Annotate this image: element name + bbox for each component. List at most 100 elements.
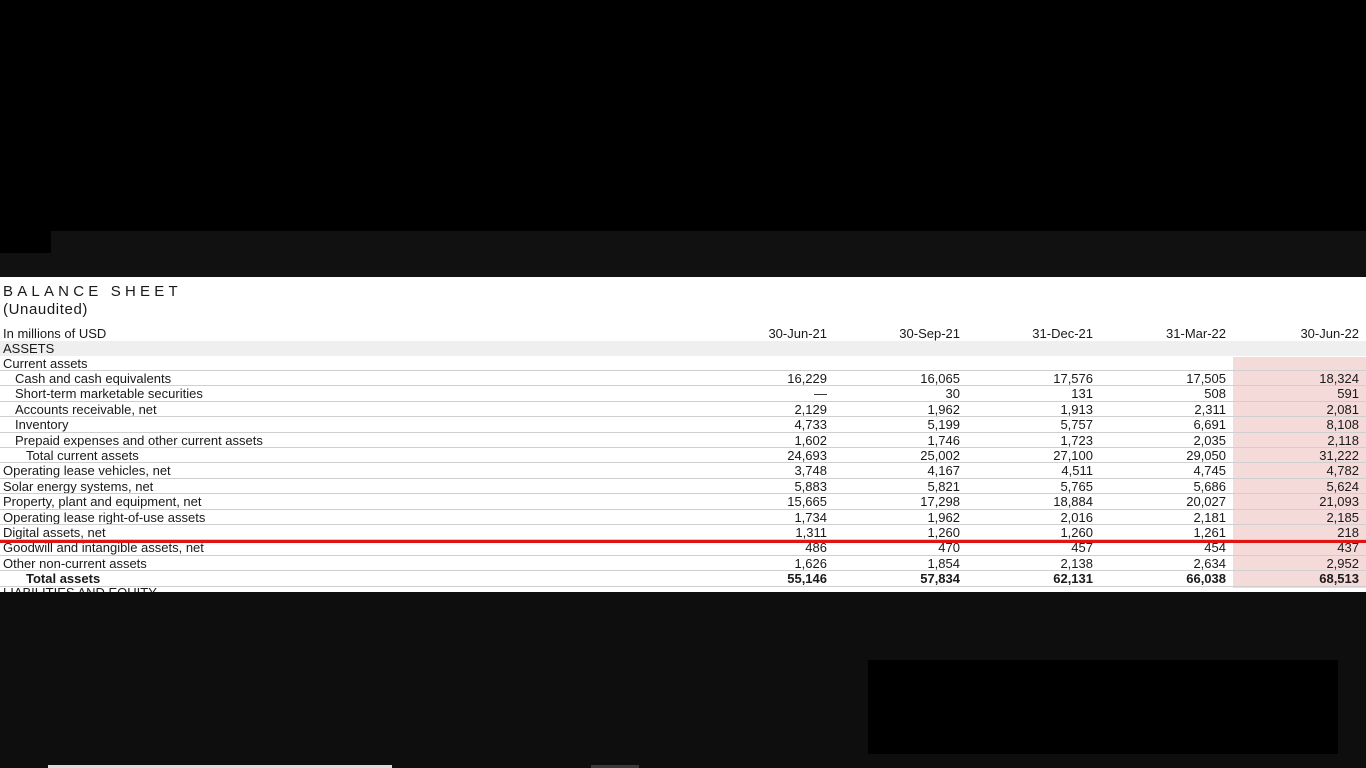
black-overlay-box <box>868 660 1338 754</box>
row-value: 6,691 <box>1193 417 1226 432</box>
row-value: 5,765 <box>1060 479 1093 494</box>
table-row: Other non-current assets 1,626 1,854 2,138 2… <box>0 556 1366 571</box>
row-value: 31,222 <box>1319 448 1359 463</box>
table-row: Cash and cash equivalents 16,229 16,065 17,… <box>0 371 1366 386</box>
row-value: 16,065 <box>920 371 960 386</box>
row-value: 57,834 <box>920 571 960 586</box>
column-header-5: 30-Jun-22 <box>1300 326 1359 341</box>
black-top-area <box>0 0 1366 231</box>
row-value: 5,883 <box>794 479 827 494</box>
row-value: 25,002 <box>920 448 960 463</box>
row-value: 30 <box>945 386 960 401</box>
row-value: 2,181 <box>1193 510 1226 525</box>
table-row: Operating lease right-of-use assets 1,734… <box>0 510 1366 525</box>
row-value: 17,505 <box>1186 371 1226 386</box>
column-header-1: 30-Jun-21 <box>768 326 827 341</box>
units-label: In millions of USD <box>3 326 107 341</box>
row-value: 5,757 <box>1060 417 1093 432</box>
row-value: 24,693 <box>787 448 827 463</box>
row-label: Other non-current assets <box>3 556 147 571</box>
row-value: — <box>814 386 827 401</box>
row-value: 20,027 <box>1186 494 1226 509</box>
row-value: 18,324 <box>1319 371 1359 386</box>
table-row: Total assets 55,146 57,834 62,131 66,038 68,5… <box>0 571 1366 586</box>
row-value: 27,100 <box>1053 448 1093 463</box>
row-value: 5,199 <box>927 417 960 432</box>
row-label: Accounts receivable, net <box>15 402 157 417</box>
column-header-4: 31-Mar-22 <box>1166 326 1226 341</box>
screen: BALANCE SHEET (Unaudited) In millions of… <box>0 0 1366 768</box>
row-value: 66,038 <box>1186 571 1226 586</box>
section-heading-assets: ASSETS <box>0 341 1366 356</box>
row-value: 4,733 <box>794 417 827 432</box>
row-value: 1,260 <box>1060 525 1093 540</box>
row-label: Total current assets <box>26 448 139 463</box>
row-value: 5,686 <box>1193 479 1226 494</box>
row-value: 68,513 <box>1319 571 1359 586</box>
row-value: 2,035 <box>1193 433 1226 448</box>
row-value: 21,093 <box>1319 494 1359 509</box>
row-value: 2,634 <box>1193 556 1226 571</box>
row-value: 3,748 <box>794 463 827 478</box>
row-value: 1,626 <box>794 556 827 571</box>
row-value: 1,854 <box>927 556 960 571</box>
row-value: 2,081 <box>1326 402 1359 417</box>
row-value: 4,167 <box>927 463 960 478</box>
row-value: 4,745 <box>1193 463 1226 478</box>
row-value: 2,952 <box>1326 556 1359 571</box>
section-label: ASSETS <box>3 341 55 356</box>
row-value: 17,298 <box>920 494 960 509</box>
table-row: Prepaid expenses and other current asset… <box>0 433 1366 448</box>
row-value: 2,016 <box>1060 510 1093 525</box>
row-value: 2,185 <box>1326 510 1359 525</box>
row-value: 8,108 <box>1326 417 1359 432</box>
row-label: Property, plant and equipment, net <box>3 494 202 509</box>
row-value: 1,261 <box>1193 525 1226 540</box>
document-title: BALANCE SHEET <box>3 283 182 300</box>
row-value: 1,602 <box>794 433 827 448</box>
row-value: 1,311 <box>795 525 827 540</box>
table-row: Property, plant and equipment, net 15,665… <box>0 494 1366 509</box>
row-value: 1,260 <box>927 525 960 540</box>
row-value: 1,913 <box>1060 402 1093 417</box>
row-value: 2,311 <box>1194 402 1226 417</box>
row-value: 5,821 <box>927 479 960 494</box>
row-value: 1,723 <box>1060 433 1093 448</box>
table-row: Inventory 4,733 5,199 5,757 6,691 8,108 <box>0 417 1366 432</box>
balance-sheet-document: BALANCE SHEET (Unaudited) In millions of… <box>0 277 1366 592</box>
row-value: 2,138 <box>1060 556 1093 571</box>
row-value: 17,576 <box>1053 371 1093 386</box>
row-value: 2,129 <box>794 402 827 417</box>
row-value: 15,665 <box>787 494 827 509</box>
row-label: Operating lease vehicles, net <box>3 463 171 478</box>
row-value: 508 <box>1204 386 1226 401</box>
row-value: 218 <box>1337 525 1359 540</box>
dark-strip <box>0 231 1366 277</box>
document-subtitle: (Unaudited) <box>3 301 88 318</box>
row-label: Prepaid expenses and other current asset… <box>15 433 263 448</box>
row-value: 2,118 <box>1327 433 1359 448</box>
red-annotation-line <box>0 540 1366 543</box>
partial-section-heading: LIABILITIES AND EQUITY <box>3 585 157 592</box>
row-value: 29,050 <box>1186 448 1226 463</box>
table-row: Operating lease vehicles, net 3,748 4,167 4… <box>0 463 1366 478</box>
row-label: Total assets <box>26 571 101 586</box>
row-value: 591 <box>1337 386 1359 401</box>
row-separator <box>0 586 1366 587</box>
column-header-3: 31-Dec-21 <box>1032 326 1093 341</box>
row-value: 131 <box>1071 386 1093 401</box>
table-row: Digital assets, net 1,311 1,260 1,260 1,261 2… <box>0 525 1366 540</box>
row-value: 1,962 <box>927 510 960 525</box>
table-row: Short-term marketable securities — 30 131 50… <box>0 386 1366 401</box>
row-value: 1,734 <box>794 510 827 525</box>
row-value: 4,511 <box>1061 463 1093 478</box>
dark-strip-notch <box>0 231 51 253</box>
row-value: 1,962 <box>927 402 960 417</box>
row-label: Cash and cash equivalents <box>15 371 172 386</box>
row-value: 1,746 <box>927 433 960 448</box>
row-value: 55,146 <box>787 571 827 586</box>
row-label: Solar energy systems, net <box>3 479 154 494</box>
section-label: Current assets <box>3 356 88 371</box>
table-row: Solar energy systems, net 5,883 5,821 5,765… <box>0 479 1366 494</box>
row-label: Inventory <box>15 417 69 432</box>
